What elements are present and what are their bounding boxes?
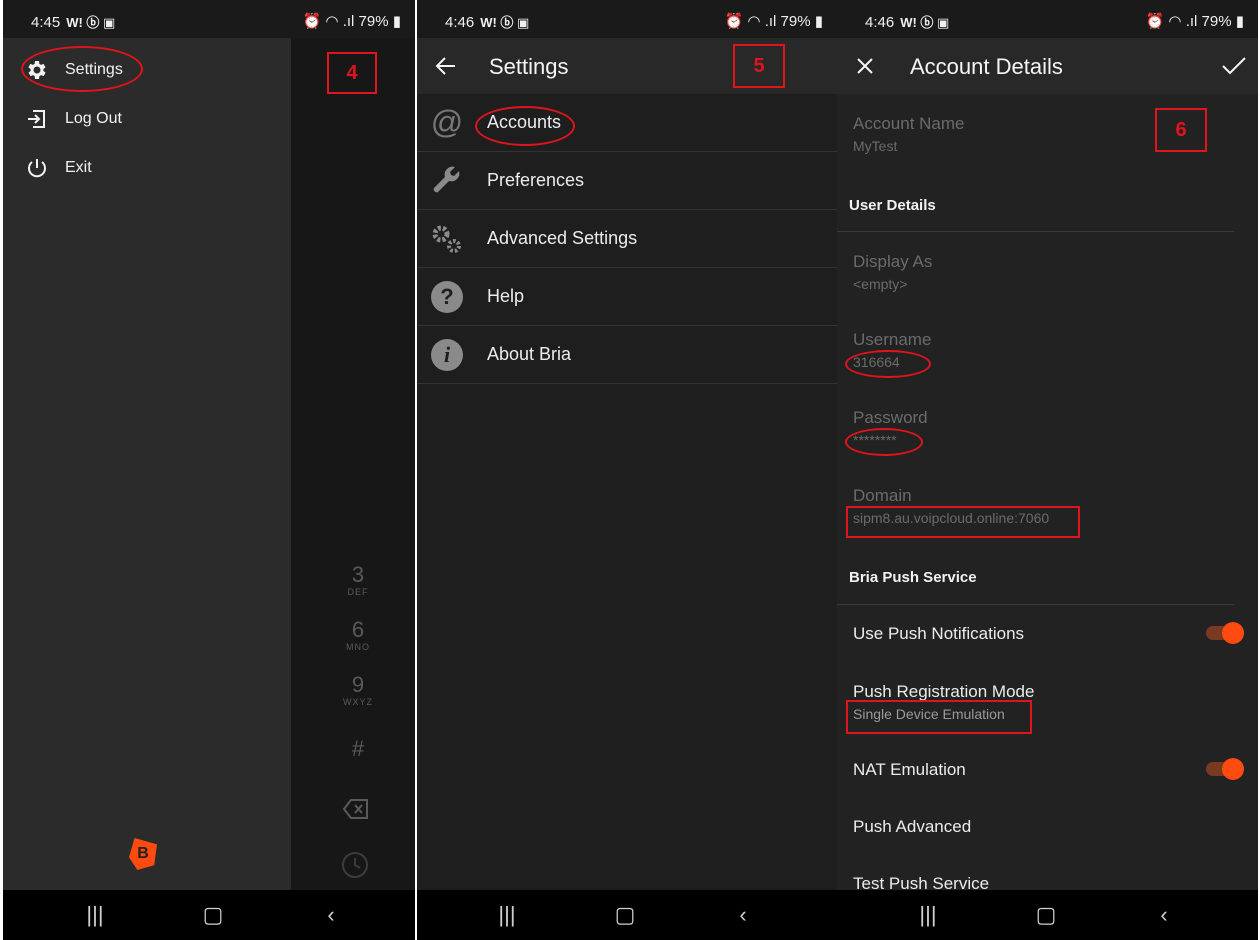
back-button[interactable]: ‹ bbox=[311, 900, 351, 930]
settings-item-help[interactable]: ? Help bbox=[417, 268, 837, 326]
settings-item-about[interactable]: i About Bria bbox=[417, 326, 837, 384]
status-time: 4:46 bbox=[445, 14, 475, 31]
step-badge: 5 bbox=[733, 44, 785, 88]
backspace-icon[interactable] bbox=[343, 798, 369, 820]
settings-item-label: Preferences bbox=[487, 170, 585, 190]
dialpad-key-9[interactable]: 9 WXYZ bbox=[343, 673, 373, 708]
close-icon[interactable] bbox=[857, 58, 873, 74]
battery-icon: ▮ bbox=[814, 13, 823, 30]
drawer-item-logout[interactable]: Log Out bbox=[25, 104, 122, 134]
recents-button[interactable]: ||| bbox=[487, 900, 527, 930]
page-title: Account Details bbox=[910, 54, 1063, 79]
wifi-icon: ◠ bbox=[1168, 13, 1182, 30]
battery-level: 79% bbox=[1201, 13, 1232, 30]
battery-level: 79% bbox=[358, 13, 389, 30]
battery-level: 79% bbox=[780, 13, 811, 30]
signal-icon: .ıl bbox=[1185, 13, 1198, 30]
annotation-circle-accounts bbox=[475, 106, 575, 146]
toggle-knob bbox=[1222, 758, 1244, 780]
annotation-circle-settings bbox=[21, 46, 143, 92]
drawer-item-exit[interactable]: Exit bbox=[25, 153, 92, 183]
step-badge: 4 bbox=[327, 52, 377, 94]
home-button[interactable]: ▢ bbox=[193, 900, 233, 930]
divider bbox=[837, 604, 1234, 605]
status-bar: 4:45 W! ⓑ ▣ ⏰ ◠ .ıl 79% ▮ bbox=[3, 0, 415, 38]
display-as-field[interactable]: Display As <empty> bbox=[853, 252, 932, 292]
home-button[interactable]: ▢ bbox=[605, 900, 645, 930]
nat-emulation-label: NAT Emulation bbox=[853, 760, 966, 779]
back-button[interactable]: ‹ bbox=[1144, 900, 1184, 930]
alarm-icon: ⏰ bbox=[1145, 13, 1165, 30]
system-nav-bar: ||| ▢ ‹ bbox=[837, 890, 1258, 940]
notification-icons: W! ⓑ ▣ bbox=[900, 15, 950, 30]
power-icon bbox=[28, 159, 46, 178]
drawer-screen: 4:45 W! ⓑ ▣ ⏰ ◠ .ıl 79% ▮ Settings Log Ou… bbox=[3, 0, 415, 940]
alarm-icon: ⏰ bbox=[302, 13, 322, 30]
at-icon: @ bbox=[430, 104, 464, 140]
settings-item-advanced[interactable]: Advanced Settings bbox=[417, 210, 837, 268]
step-badge: 6 bbox=[1155, 108, 1207, 152]
battery-icon: ▮ bbox=[392, 13, 401, 30]
use-push-notifications-toggle[interactable] bbox=[1206, 622, 1244, 644]
use-push-notifications-label: Use Push Notifications bbox=[853, 624, 1025, 643]
recents-button[interactable]: ||| bbox=[908, 900, 948, 930]
push-advanced-item[interactable]: Push Advanced bbox=[853, 817, 971, 837]
drawer-item-label: Log Out bbox=[65, 110, 122, 127]
notification-icons: W! ⓑ ▣ bbox=[480, 15, 530, 30]
clock-icon[interactable] bbox=[341, 851, 369, 879]
divider bbox=[837, 231, 1234, 232]
wifi-icon: ◠ bbox=[747, 13, 761, 30]
battery-icon: ▮ bbox=[1235, 13, 1244, 30]
status-time: 4:45 bbox=[31, 14, 61, 31]
dialpad-key-hash[interactable]: # bbox=[343, 737, 373, 761]
display-as-value: <empty> bbox=[853, 276, 908, 292]
annotation-circle-username bbox=[845, 350, 931, 378]
settings-screen: 4:46 W! ⓑ ▣ ⏰ ◠ .ıl 79% ▮ Settings @ Acco… bbox=[417, 0, 837, 940]
settings-item-label: About Bria bbox=[487, 344, 572, 364]
toolbar: Account Details bbox=[837, 38, 1258, 94]
account-details-screen: 4:46 W! ⓑ ▣ ⏰ ◠ .ıl 79% ▮ Account Details… bbox=[837, 0, 1258, 940]
section-user-details: User Details bbox=[849, 197, 936, 214]
section-push-service: Bria Push Service bbox=[849, 569, 977, 586]
wrench-icon bbox=[429, 163, 465, 199]
account-name-value: MyTest bbox=[853, 138, 898, 154]
status-bar: 4:46 W! ⓑ ▣ ⏰ ◠ .ıl 79% ▮ bbox=[837, 0, 1258, 38]
settings-item-label: Help bbox=[487, 286, 525, 306]
dialpad-key-3[interactable]: 3 DEF bbox=[343, 563, 373, 598]
info-icon: i bbox=[429, 337, 465, 373]
account-name-field[interactable]: Account Name MyTest bbox=[853, 114, 965, 154]
wifi-icon: ◠ bbox=[325, 13, 339, 30]
page-title: Settings bbox=[489, 54, 569, 79]
drawer-scrim[interactable] bbox=[291, 38, 415, 890]
settings-item-preferences[interactable]: Preferences bbox=[417, 152, 837, 210]
system-nav-bar: ||| ▢ ‹ bbox=[3, 890, 415, 940]
status-bar: 4:46 W! ⓑ ▣ ⏰ ◠ .ıl 79% ▮ bbox=[417, 0, 837, 38]
gears-icon bbox=[429, 221, 465, 257]
signal-icon: .ıl bbox=[342, 13, 355, 30]
annotation-circle-password bbox=[845, 428, 923, 456]
annotation-box-push-mode bbox=[846, 700, 1032, 734]
toggle-knob bbox=[1222, 622, 1244, 644]
logout-icon bbox=[28, 110, 45, 128]
settings-item-label: Advanced Settings bbox=[487, 228, 638, 248]
checkmark-icon[interactable] bbox=[1222, 56, 1246, 76]
push-registration-mode-item[interactable]: Push Registration Mode bbox=[853, 682, 1034, 702]
annotation-box-domain bbox=[846, 506, 1080, 538]
system-nav-bar: ||| ▢ ‹ bbox=[417, 890, 837, 940]
back-button[interactable]: ‹ bbox=[723, 900, 763, 930]
drawer-item-label: Exit bbox=[65, 159, 92, 176]
help-icon: ? bbox=[429, 279, 465, 315]
home-button[interactable]: ▢ bbox=[1026, 900, 1066, 930]
recents-button[interactable]: ||| bbox=[75, 900, 115, 930]
dialpad-key-6[interactable]: 6 MNO bbox=[343, 618, 373, 653]
notification-icons: W! ⓑ ▣ bbox=[66, 15, 116, 30]
nat-emulation-toggle[interactable] bbox=[1206, 758, 1244, 780]
back-arrow-icon[interactable] bbox=[435, 56, 457, 76]
status-time: 4:46 bbox=[865, 14, 895, 31]
signal-icon: .ıl bbox=[764, 13, 777, 30]
alarm-icon: ⏰ bbox=[724, 13, 744, 30]
